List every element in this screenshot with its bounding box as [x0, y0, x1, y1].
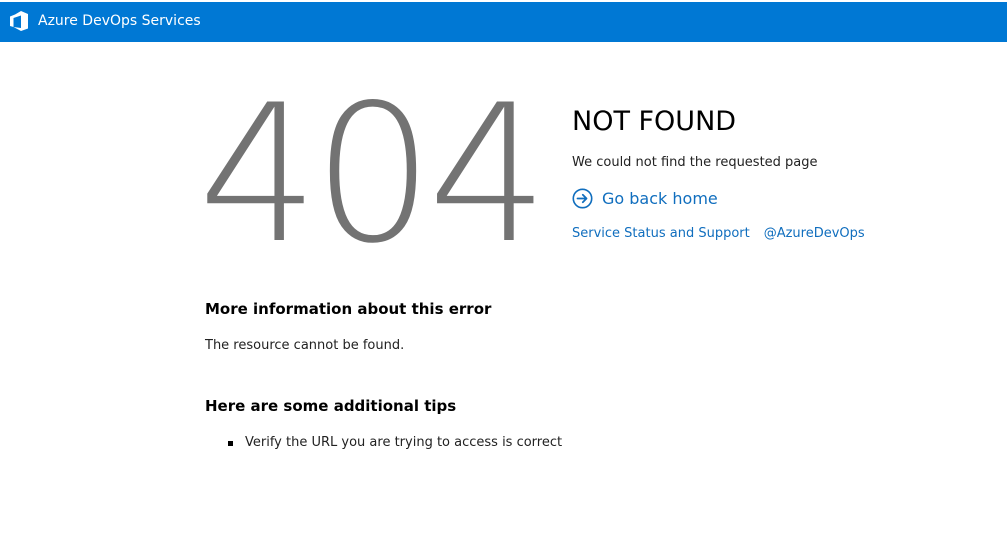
azure-devops-logo-icon — [10, 11, 28, 31]
brand-home-link[interactable]: Azure DevOps Services — [9, 10, 201, 32]
go-back-home-link[interactable]: Go back home — [572, 188, 718, 209]
error-title: NOT FOUND — [572, 106, 737, 137]
top-bar: Azure DevOps Services — [0, 0, 1007, 42]
arrow-circle-right-icon — [572, 188, 593, 209]
go-back-home-label: Go back home — [602, 189, 718, 208]
tips-list: Verify the URL you are trying to access … — [228, 434, 562, 452]
brand-name: Azure DevOps Services — [38, 13, 201, 29]
more-info-heading: More information about this error — [205, 300, 492, 318]
bullet-icon — [228, 440, 233, 446]
error-message: We could not find the requested page — [572, 155, 818, 170]
support-links: Service Status and Support @AzureDevOps — [572, 226, 865, 241]
service-status-support-link[interactable]: Service Status and Support — [572, 226, 750, 241]
error-code: 404 — [198, 64, 549, 285]
more-info-text: The resource cannot be found. — [205, 338, 405, 353]
azure-devops-twitter-link[interactable]: @AzureDevOps — [764, 226, 865, 241]
tips-heading: Here are some additional tips — [205, 397, 457, 415]
tip-text: Verify the URL you are trying to access … — [245, 435, 563, 450]
list-item: Verify the URL you are trying to access … — [228, 434, 562, 452]
